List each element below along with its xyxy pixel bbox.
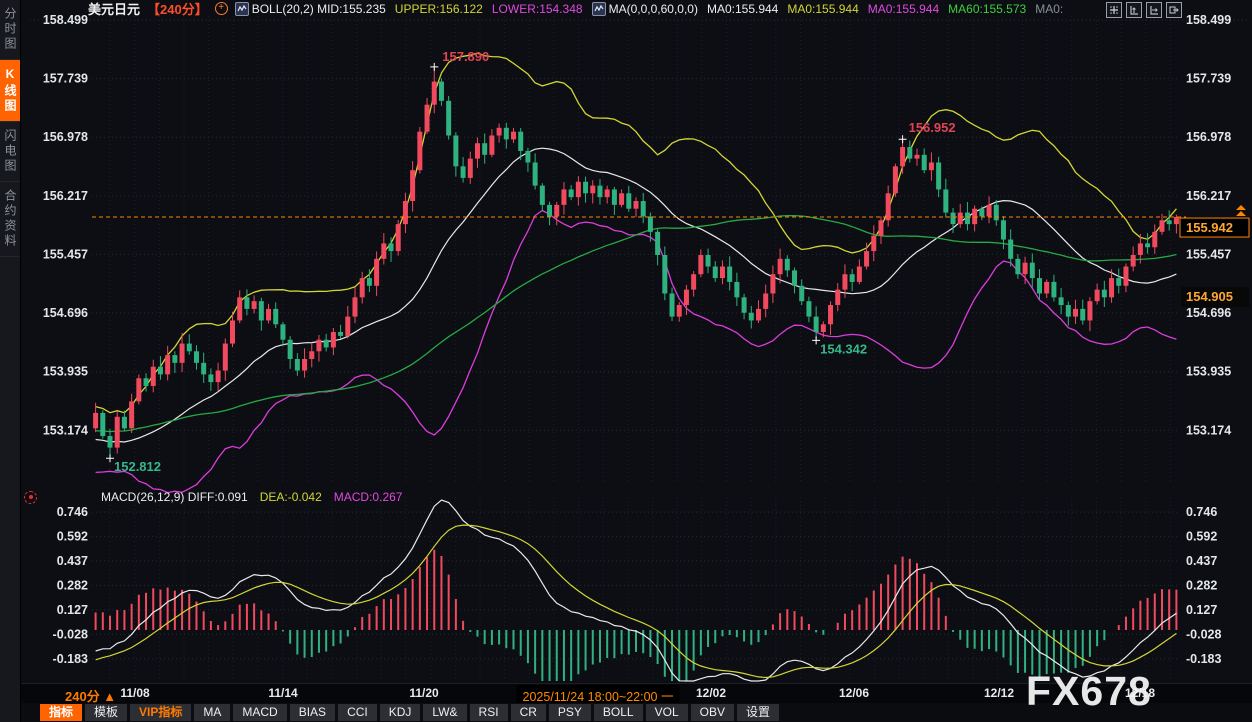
candlestick-series[interactable] [93, 67, 1179, 458]
toolbar-item-10[interactable]: CR [511, 704, 546, 721]
toolbar-item-7[interactable]: KDJ [380, 704, 421, 721]
legend-entry: MA0: [1035, 2, 1063, 16]
indicator-target-icon[interactable] [24, 491, 37, 504]
toolbar-item-3[interactable]: MA [194, 704, 230, 721]
svg-text:153.935: 153.935 [43, 365, 88, 379]
indicator-legend-row: 美元日元 【240分】 + BOLL(20,2) MID:155.235 UPPE… [24, 0, 1252, 17]
svg-text:-0.028: -0.028 [1186, 627, 1221, 641]
svg-text:157.739: 157.739 [43, 72, 88, 86]
price-annotation: 152.812 [114, 459, 161, 474]
period-label: 【240分】 [147, 0, 208, 18]
toolbar-item-8[interactable]: LW& [423, 704, 466, 721]
toolbar-item-0[interactable]: 指标 [40, 704, 82, 721]
toolbar-item-12[interactable]: BOLL [594, 704, 643, 721]
svg-text:-0.028: -0.028 [53, 627, 88, 641]
legend-entry: MA60:155.573 [948, 2, 1026, 16]
svg-text:156.978: 156.978 [43, 130, 88, 144]
legend-entry: UPPER:156.122 [395, 2, 483, 16]
svg-text:157.739: 157.739 [1186, 72, 1231, 86]
toolbar-item-14[interactable]: OBV [691, 704, 734, 721]
legend-entry: MA(0,0,0,60,0,0) [592, 2, 698, 16]
extreme-cross-marker [899, 135, 907, 143]
svg-text:154.905: 154.905 [1186, 289, 1233, 304]
macd-legend-entry: MACD(26,12,9) DIFF:0.091 [101, 490, 248, 504]
pan-crosshair-icon[interactable] [1106, 2, 1122, 18]
svg-text:156.217: 156.217 [43, 189, 88, 203]
svg-text:154.696: 154.696 [43, 306, 88, 320]
legend-entry: MA0:155.944 [868, 2, 939, 16]
svg-text:153.935: 153.935 [1186, 365, 1231, 379]
macd-legend-entry: DEA:-0.042 [260, 490, 322, 504]
sidebar-item-0[interactable]: 分时图 [0, 0, 20, 60]
charting-app: 分时图K线图闪电图合约资料 美元日元 【240分】 + BOLL(20,2) M… [0, 0, 1252, 722]
toolbar-item-13[interactable]: VOL [646, 704, 688, 721]
svg-text:0.437: 0.437 [57, 554, 88, 568]
sidebar-item-2[interactable]: 闪电图 [0, 122, 20, 182]
svg-text:153.174: 153.174 [43, 423, 88, 437]
indicator-badge-icon [592, 2, 606, 16]
legend-entry: BOLL(20,2) MID:155.235 [235, 2, 386, 16]
toolbar-item-2[interactable]: VIP指标 [130, 704, 191, 721]
svg-text:0.746: 0.746 [57, 505, 88, 519]
svg-text:0.437: 0.437 [1186, 554, 1217, 568]
date-tick-12-02: 12/02 [696, 686, 726, 700]
macd-legend-entry: MACD:0.267 [334, 490, 403, 504]
svg-text:0.282: 0.282 [57, 578, 88, 592]
toolbar-item-5[interactable]: BIAS [290, 704, 335, 721]
date-tick-11-14: 11/14 [268, 686, 297, 700]
svg-text:153.174: 153.174 [1186, 423, 1231, 437]
date-tick-11-08: 11/08 [120, 686, 149, 700]
svg-text:0.127: 0.127 [1186, 603, 1217, 617]
toolbar-item-4[interactable]: MACD [233, 704, 286, 721]
svg-text:0.282: 0.282 [1186, 578, 1217, 592]
date-tick-12-06: 12/06 [839, 686, 869, 700]
chart-toolbar-icons [1106, 2, 1182, 18]
date-tick-12-12: 12/12 [984, 686, 1014, 700]
price-marker-icon [1236, 205, 1246, 216]
svg-text:0.746: 0.746 [1186, 505, 1217, 519]
add-indicator-icon[interactable]: + [215, 2, 228, 15]
chart-type-sidebar: 分时图K线图闪电图合约资料 [0, 0, 21, 722]
svg-text:154.696: 154.696 [1186, 306, 1231, 320]
indicator-toolbar: 指标模板VIP指标MAMACDBIASCCIKDJLW&RSICRPSYBOLL… [21, 703, 1252, 722]
price-annotation: 154.342 [820, 341, 867, 356]
sidebar-item-1[interactable]: K线图 [0, 60, 20, 122]
price-annotation: 156.952 [909, 120, 956, 135]
svg-text:0.592: 0.592 [57, 529, 88, 543]
time-axis: 240分 ▲ 11/0811/1411/2012/0212/0612/1212/… [21, 683, 1252, 703]
legend-items: BOLL(20,2) MID:155.235 UPPER:156.122 LOWER… [235, 2, 1064, 16]
symbol-title: 美元日元 [88, 0, 140, 18]
legend-entry: LOWER:154.348 [492, 2, 583, 16]
extreme-cross-marker [812, 336, 820, 344]
price-annotation: 157.890 [442, 49, 489, 64]
svg-text:156.978: 156.978 [1186, 130, 1231, 144]
date-tick-11-20: 11/20 [409, 686, 438, 700]
macd-legend-items: MACD(26,12,9) DIFF:0.091 DEA:-0.042 MACD:0… [101, 490, 402, 504]
toolbar-item-6[interactable]: CCI [338, 704, 377, 721]
extreme-cross-marker [106, 454, 114, 462]
toolbar-item-15[interactable]: 设置 [737, 704, 779, 721]
zoom-axis-right-icon[interactable] [1146, 2, 1162, 18]
svg-text:0.127: 0.127 [57, 603, 88, 617]
step-forward-icon[interactable] [1166, 2, 1182, 18]
date-tick-12-18: 12/18 [1125, 686, 1155, 700]
zoom-axis-up-icon[interactable] [1126, 2, 1142, 18]
macd-legend-row: MACD(26,12,9) DIFF:0.091 DEA:-0.042 MACD:0… [0, 489, 1180, 505]
svg-text:155.942: 155.942 [1186, 220, 1233, 235]
svg-text:155.457: 155.457 [43, 247, 88, 261]
indicator-badge-icon [235, 2, 249, 16]
toolbar-item-9[interactable]: RSI [470, 704, 508, 721]
svg-text:156.217: 156.217 [1186, 189, 1231, 203]
toolbar-item-11[interactable]: PSY [549, 704, 591, 721]
svg-text:-0.183: -0.183 [1186, 652, 1221, 666]
candlestick-macd-chart[interactable]: 158.499158.499157.739157.739156.978156.9… [0, 0, 1252, 722]
toolbar-item-1[interactable]: 模板 [85, 704, 127, 721]
svg-text:155.457: 155.457 [1186, 247, 1231, 261]
legend-entry: MA0:155.944 [707, 2, 778, 16]
svg-text:-0.183: -0.183 [53, 652, 88, 666]
sidebar-item-3[interactable]: 合约资料 [0, 182, 20, 257]
legend-entry: MA0:155.944 [787, 2, 858, 16]
extreme-cross-marker [430, 63, 438, 71]
svg-text:0.592: 0.592 [1186, 529, 1217, 543]
